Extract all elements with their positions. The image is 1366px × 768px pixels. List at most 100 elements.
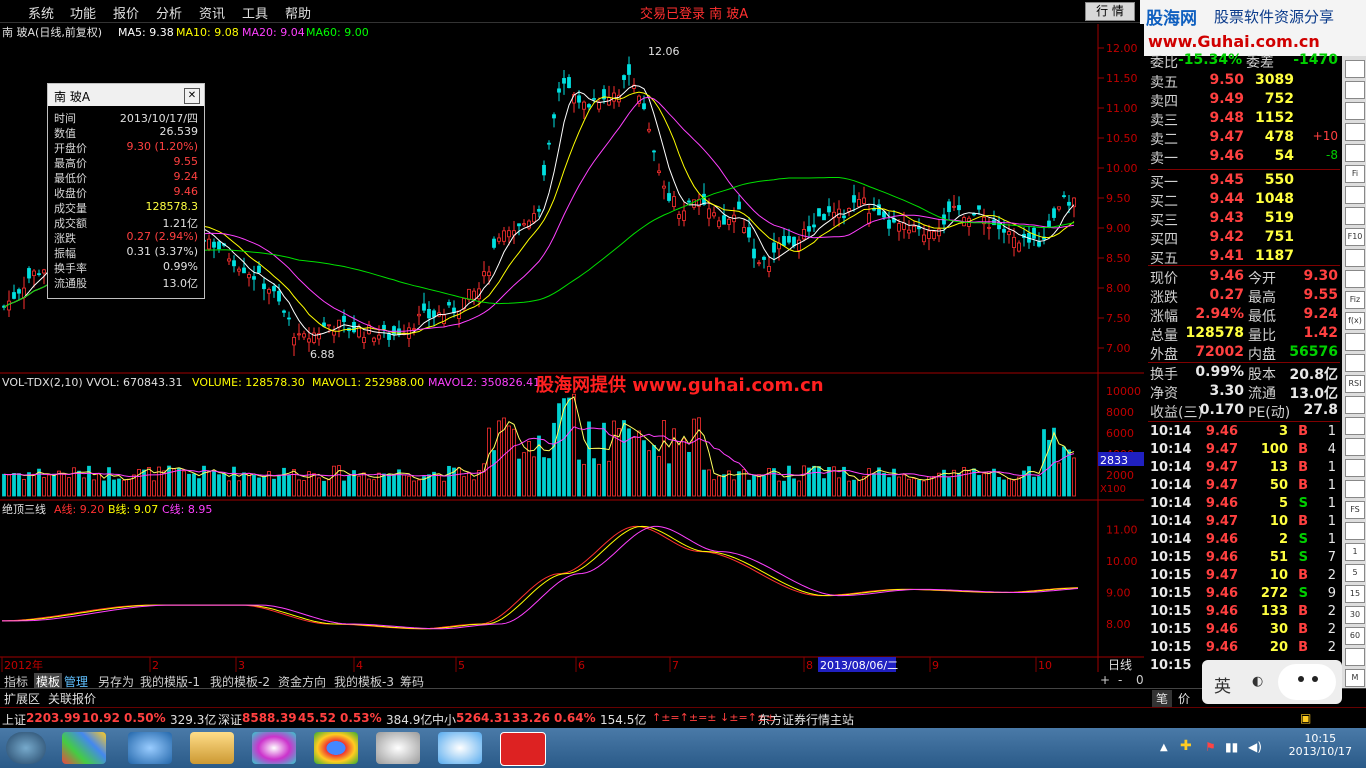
quote-button[interactable]: 行 情 — [1085, 2, 1135, 21]
candle-body — [932, 231, 936, 240]
tray-arrow-icon[interactable]: ▲ — [1160, 742, 1168, 753]
tool-button-icon[interactable]: 15 — [1345, 585, 1365, 603]
tool-button-icon[interactable] — [1345, 333, 1365, 351]
index-name[interactable]: 中小 — [432, 711, 456, 728]
ask-row[interactable]: 卖一 9.46 54 -8 — [1148, 148, 1340, 167]
menu-analysis[interactable]: 分析 — [156, 3, 182, 22]
candle-body — [547, 142, 551, 145]
weibo-icon[interactable] — [376, 732, 420, 764]
tool-button-icon[interactable] — [1345, 522, 1365, 540]
candle-body — [907, 229, 911, 234]
index-name[interactable]: 深证 — [218, 711, 242, 728]
tool-button-icon[interactable] — [1345, 186, 1365, 204]
brand-slogan: 股票软件资源分享 — [1214, 8, 1335, 26]
ask-row[interactable]: 卖三 9.48 1152 — [1148, 110, 1340, 129]
tool-button-icon[interactable]: RSI — [1345, 375, 1365, 393]
tool-button-icon[interactable] — [1345, 270, 1365, 288]
stat-row: 现价 9.46 今开 9.30 — [1148, 268, 1340, 287]
candle-body — [252, 276, 256, 280]
bar-info-popup[interactable]: 南 玻A ✕ 时间 2013/10/17/四 数值 26.539 开盘价 9.30 (1.… — [47, 83, 205, 299]
menu-info[interactable]: 资讯 — [199, 3, 225, 22]
ask-price: 9.50 — [1209, 72, 1244, 88]
tool-button-icon[interactable] — [1345, 354, 1365, 372]
app-icon-1[interactable] — [62, 732, 106, 764]
tick-count: 2 — [1327, 568, 1336, 583]
volume-bar — [147, 467, 151, 497]
server-name[interactable]: 东方证券行情主站 — [758, 711, 854, 728]
tick-row: 10:14 9.47 10 B 1 — [1148, 514, 1340, 533]
menu-tools[interactable]: 工具 — [242, 3, 268, 22]
tick-count: 7 — [1327, 550, 1336, 565]
tool-button-icon[interactable] — [1345, 60, 1365, 78]
stock-app-icon[interactable] — [500, 732, 546, 766]
chrome-icon[interactable] — [314, 732, 358, 764]
volume-bar — [297, 479, 301, 497]
ime-widget[interactable]: 英 ◐ — [1202, 660, 1342, 704]
popup-titlebar[interactable]: 南 玻A ✕ — [48, 84, 204, 106]
volume-bar — [867, 468, 871, 497]
menu-help[interactable]: 帮助 — [285, 3, 311, 22]
tab-extension[interactable]: 扩展区 — [4, 690, 40, 707]
volume-bar — [687, 451, 691, 497]
ask-row[interactable]: 卖四 9.49 752 — [1148, 91, 1340, 110]
cloud-icon[interactable] — [438, 732, 482, 764]
tool-button-icon[interactable] — [1345, 249, 1365, 267]
tab-related-quote[interactable]: 关联报价 — [48, 690, 96, 707]
system-clock[interactable]: 10:15 2013/10/17 — [1289, 732, 1352, 758]
tab-ctrl[interactable]: 0 — [1136, 673, 1144, 687]
start-button-icon[interactable] — [6, 732, 46, 764]
bid-row[interactable]: 买一 9.45 550 — [1148, 172, 1340, 191]
tool-button-icon[interactable]: f(x) — [1345, 312, 1365, 330]
tab-price[interactable]: 价 — [1178, 690, 1190, 707]
tool-button-icon[interactable]: 30 — [1345, 606, 1365, 624]
tool-button-icon[interactable] — [1345, 396, 1365, 414]
volume-icon[interactable]: ◀) — [1248, 740, 1262, 754]
tool-button-icon[interactable]: 5 — [1345, 564, 1365, 582]
ask-row[interactable]: 卖五 9.50 3089 — [1148, 72, 1340, 91]
tool-button-icon[interactable]: Fi — [1345, 165, 1365, 183]
tab-ctrl[interactable]: - — [1118, 673, 1122, 687]
tool-button-icon[interactable]: FS — [1345, 501, 1365, 519]
bid-row[interactable]: 买二 9.44 1048 — [1148, 191, 1340, 210]
tool-button-icon[interactable]: M — [1345, 669, 1365, 687]
tool-button-icon[interactable] — [1345, 480, 1365, 498]
tool-button-icon[interactable]: Fiz — [1345, 291, 1365, 309]
volume-bar — [392, 474, 396, 497]
candle-body — [272, 286, 276, 292]
tool-button-icon[interactable] — [1345, 144, 1365, 162]
tool-button-icon[interactable] — [1345, 102, 1365, 120]
tool-button-icon[interactable]: F10 — [1345, 228, 1365, 246]
volume-bar — [977, 475, 981, 497]
ask-row[interactable]: 卖二 9.47 478 +10 — [1148, 129, 1340, 148]
folder-icon[interactable] — [190, 732, 234, 764]
menu-quote[interactable]: 报价 — [113, 3, 139, 22]
volume-bar — [637, 430, 641, 497]
index-name[interactable]: 上证 — [2, 711, 26, 728]
server-status-icon[interactable]: ▣ — [1300, 711, 1311, 725]
tray-app-icon[interactable]: ✚ — [1180, 738, 1192, 754]
tray-flag-icon[interactable]: ⚑ — [1205, 740, 1216, 754]
tool-button-icon[interactable] — [1345, 648, 1365, 666]
candle-body — [727, 218, 731, 225]
tool-button-icon[interactable] — [1345, 438, 1365, 456]
tool-button-icon[interactable] — [1345, 417, 1365, 435]
candle-body — [27, 268, 31, 279]
photo-icon[interactable] — [252, 732, 296, 764]
network-icon[interactable]: ▮▮ — [1225, 740, 1238, 754]
tool-button-icon[interactable] — [1345, 207, 1365, 225]
tool-button-icon[interactable] — [1345, 123, 1365, 141]
bid-row[interactable]: 买三 9.43 519 — [1148, 210, 1340, 229]
menu-function[interactable]: 功能 — [70, 3, 96, 22]
menu-system[interactable]: 系统 — [28, 3, 54, 22]
tool-button-icon[interactable] — [1345, 81, 1365, 99]
close-icon[interactable]: ✕ — [184, 88, 200, 104]
tool-button-icon[interactable]: 1 — [1345, 543, 1365, 561]
tab-ctrl[interactable]: + — [1100, 673, 1110, 687]
tool-button-icon[interactable]: 60 — [1345, 627, 1365, 645]
period-label[interactable]: 日线 — [1108, 658, 1132, 672]
bid-row[interactable]: 买四 9.42 751 — [1148, 229, 1340, 248]
tab-ticks[interactable]: 笔 — [1152, 690, 1173, 707]
ie-icon[interactable] — [128, 732, 172, 764]
tool-button-icon[interactable] — [1345, 459, 1365, 477]
candle-body — [552, 114, 556, 119]
